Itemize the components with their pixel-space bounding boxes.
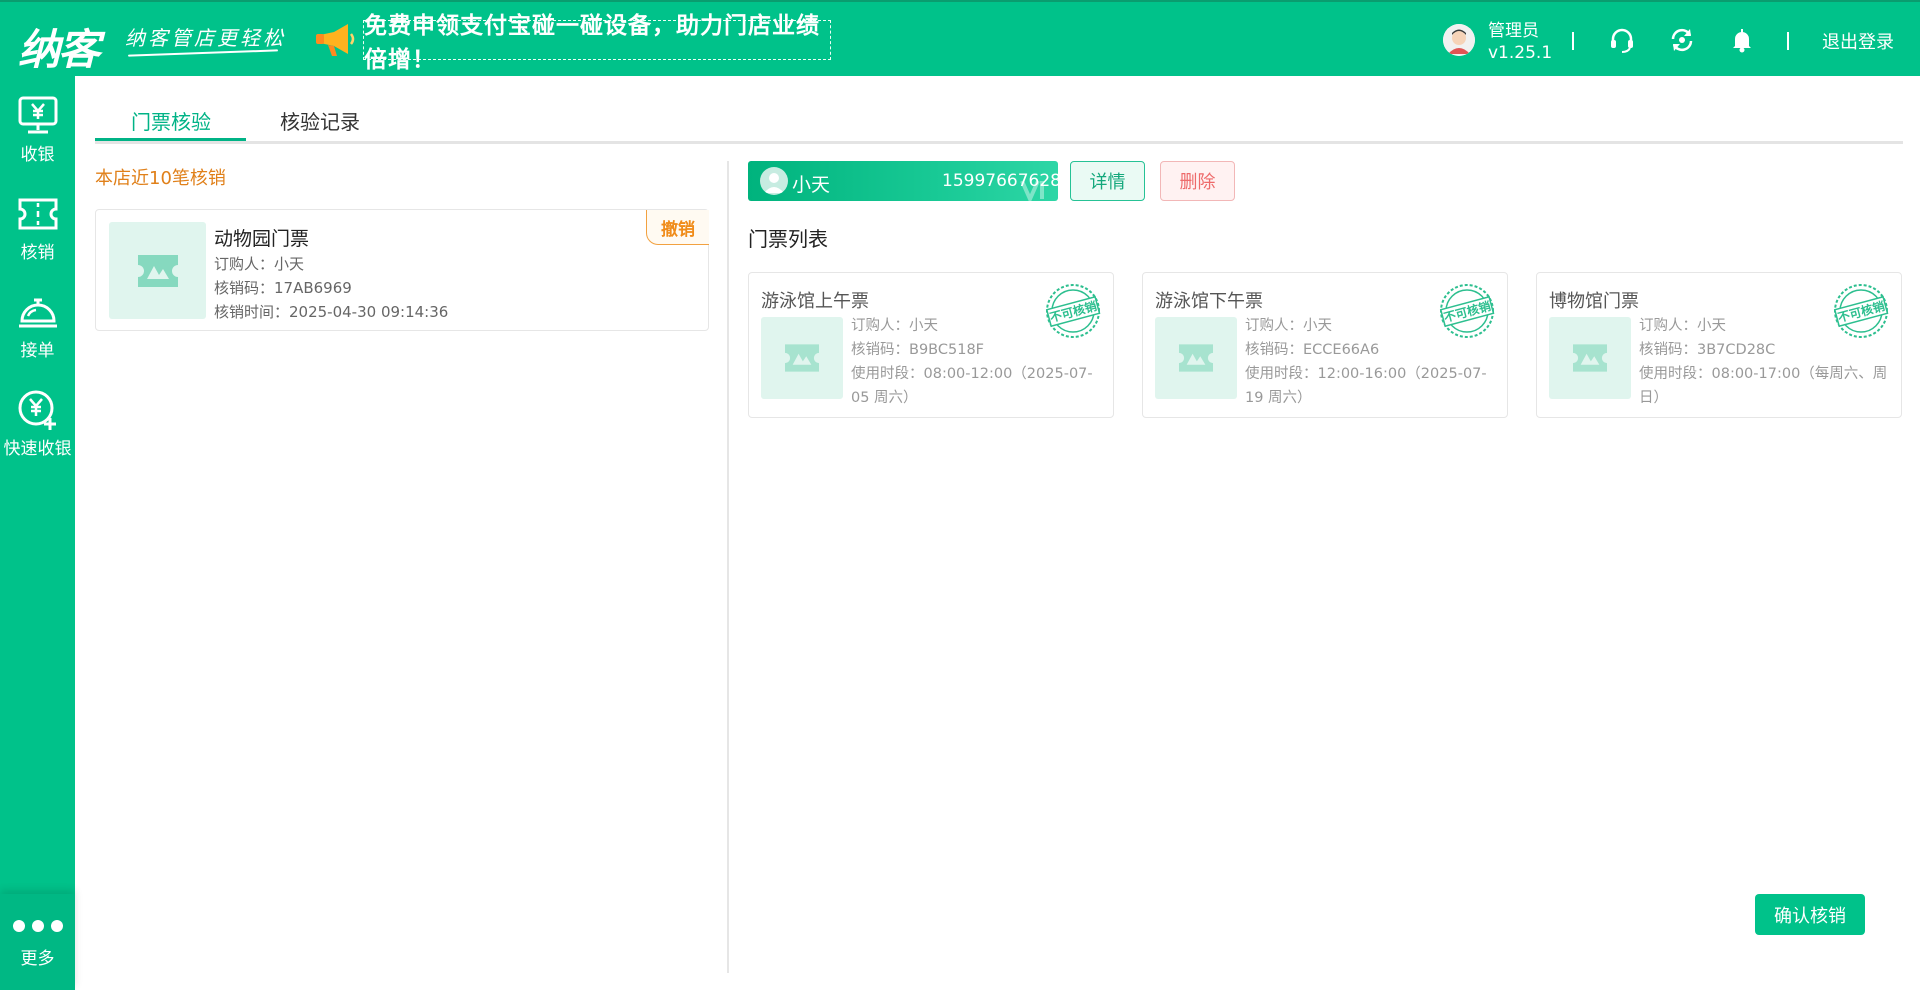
sidebar-item-label: 收银 <box>20 145 55 165</box>
more-label: 更多 <box>20 949 55 969</box>
ticket-thumbnail <box>1549 317 1631 399</box>
tab-bar: 门票核验 核验记录 <box>95 100 1903 144</box>
headset-icon[interactable] <box>1608 26 1636 54</box>
left-sidebar: 收银 核销 接单 快速收银 更多 <box>0 76 75 990</box>
sidebar-item-label: 接单 <box>20 341 55 361</box>
sidebar-item-orders[interactable]: 接单 <box>0 290 75 361</box>
top-header: 纳客 纳客管店更轻松 免费申领支付宝碰一碰设备，助力门店业绩倍增！ 管理员 v1… <box>0 0 1920 76</box>
ticket-code: 核销码：3B7CD28C <box>1639 342 1776 358</box>
ticket-name: 游泳馆上午票 <box>761 291 869 312</box>
user-name[interactable]: 管理员 <box>1488 16 1539 41</box>
ticket-thumbnail <box>1155 317 1237 399</box>
ticket-thumbnail <box>761 317 843 399</box>
ticket-placeholder-icon <box>1573 344 1607 372</box>
ticket-card[interactable]: 游泳馆下午票 订购人：小天 核销码：ECCE66A6 使用时段：12:00-16… <box>1142 272 1508 418</box>
header-divider <box>1787 32 1789 50</box>
ticket-period: 使用时段：12:00-16:00（2025-07-19 周六） <box>1245 366 1487 406</box>
sidebar-item-quick-cash[interactable]: 快速收银 <box>0 388 75 459</box>
app-slogan: 纳客管店更轻松 <box>125 26 286 50</box>
sidebar-item-verify[interactable]: 核销 <box>0 192 75 263</box>
member-card: 小天 15997667628 <box>748 161 1058 201</box>
ticket-name: 博物馆门票 <box>1549 291 1639 312</box>
revoke-button[interactable]: 撤销 <box>646 210 709 245</box>
promo-banner[interactable]: 免费申领支付宝碰一碰设备，助力门店业绩倍增！ <box>363 13 831 73</box>
logout-link[interactable]: 退出登录 <box>1822 28 1894 54</box>
ticket-code: 核销码：ECCE66A6 <box>1245 342 1380 358</box>
more-dots-icon <box>12 920 63 932</box>
ticket-period: 使用时段：08:00-12:00（2025-07-05 周六） <box>851 366 1093 406</box>
ticket-card[interactable]: 游泳馆上午票 订购人：小天 核销码：B9BC518F 使用时段：08:00-12… <box>748 272 1114 418</box>
cashier-icon <box>18 96 57 134</box>
ticket-code: 核销码：B9BC518F <box>851 342 985 358</box>
member-delete-button[interactable]: 删除 <box>1160 161 1235 201</box>
not-verifiable-stamp-icon: 不可核销 <box>1833 284 1889 338</box>
member-avatar-icon <box>760 167 788 195</box>
megaphone-icon <box>316 24 355 56</box>
ticket-list-title: 门票列表 <box>748 227 828 251</box>
verify-record-card[interactable]: 动物园门票 订购人：小天 核销码：17AB6969 核销时间：2025-04-3… <box>95 209 709 331</box>
app-version: v1.25.1 <box>1488 43 1553 63</box>
record-time: 核销时间：2025-04-30 09:14:36 <box>214 303 449 321</box>
ticket-name: 游泳馆下午票 <box>1155 291 1263 312</box>
quick-cash-icon <box>18 390 56 430</box>
tab-verify-records[interactable]: 核验记录 <box>280 106 360 135</box>
bell-icon[interactable] <box>1728 26 1756 54</box>
vip-watermark-icon <box>1020 180 1044 201</box>
member-name: 小天 <box>792 174 831 196</box>
active-tab-indicator <box>95 138 246 141</box>
record-buyer: 订购人：小天 <box>214 255 305 273</box>
recent-verify-title: 本店近10笔核销 <box>95 168 226 189</box>
ticket-icon <box>18 198 57 230</box>
ticket-period: 使用时段：08:00-17:00（每周六、周日） <box>1639 366 1888 406</box>
ticket-placeholder-icon <box>137 254 178 287</box>
sidebar-item-label: 核销 <box>20 243 55 263</box>
panel-divider <box>727 161 729 973</box>
sidebar-item-cashier[interactable]: 收银 <box>0 94 75 165</box>
sidebar-more-button[interactable]: 更多 <box>0 894 75 990</box>
app-logo: 纳客 <box>18 25 100 74</box>
record-ticket-name: 动物园门票 <box>214 228 310 250</box>
ticket-placeholder-icon <box>785 344 819 372</box>
header-divider <box>1572 32 1574 50</box>
ticket-thumbnail <box>109 222 206 319</box>
user-avatar-icon[interactable] <box>1443 24 1475 56</box>
not-verifiable-stamp-icon: 不可核销 <box>1439 284 1495 338</box>
ticket-card[interactable]: 博物馆门票 订购人：小天 核销码：3B7CD28C 使用时段：08:00-17:… <box>1536 272 1902 418</box>
refresh-icon[interactable] <box>1668 26 1696 54</box>
service-bell-icon <box>18 298 57 328</box>
record-code: 核销码：17AB6969 <box>214 279 352 297</box>
ticket-placeholder-icon <box>1179 344 1213 372</box>
member-detail-button[interactable]: 详情 <box>1070 161 1145 201</box>
tab-ticket-verify[interactable]: 门票核验 <box>131 106 211 135</box>
sidebar-item-label: 快速收银 <box>3 439 72 459</box>
confirm-verify-button[interactable]: 确认核销 <box>1755 894 1865 935</box>
not-verifiable-stamp-icon: 不可核销 <box>1045 284 1101 338</box>
